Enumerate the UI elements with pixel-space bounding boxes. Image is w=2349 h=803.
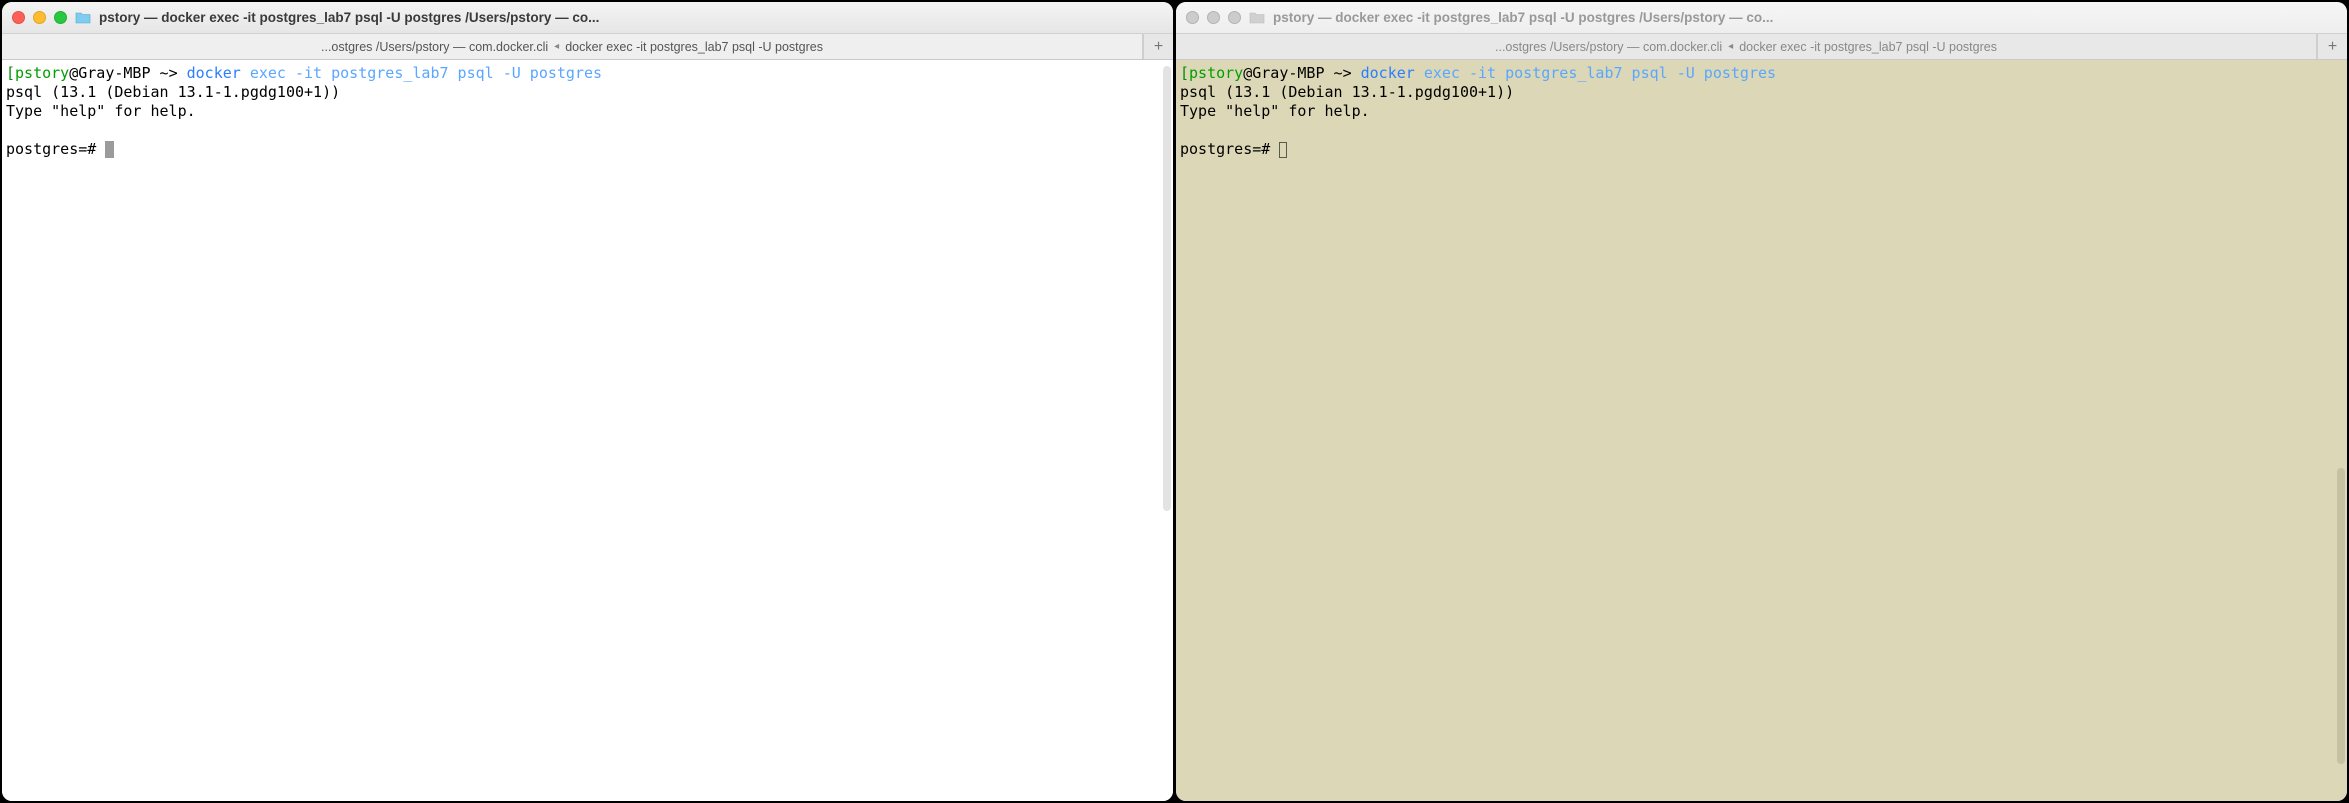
new-tab-button[interactable]: + <box>2317 34 2347 59</box>
prompt-at: @ <box>1243 64 1252 82</box>
command-docker: docker <box>1361 64 1415 82</box>
traffic-lights <box>1186 11 1241 24</box>
tab-bar: ...ostgres /Users/pstory — com.docker.cl… <box>1176 34 2347 60</box>
close-icon[interactable] <box>12 11 25 24</box>
output-line-1: psql (13.1 (Debian 13.1-1.pgdg100+1)) <box>1180 83 1514 101</box>
minimize-icon[interactable] <box>1207 11 1220 24</box>
close-icon[interactable] <box>1186 11 1199 24</box>
scrollbar-thumb[interactable] <box>2337 468 2345 764</box>
titlebar[interactable]: pstory — docker exec -it postgres_lab7 p… <box>2 2 1173 34</box>
cursor <box>105 141 114 158</box>
tab-active[interactable]: ...ostgres /Users/pstory — com.docker.cl… <box>2 34 1143 59</box>
terminal-content[interactable]: [pstory@Gray-MBP ~> docker exec -it post… <box>1176 60 2347 801</box>
tab-label-right: docker exec -it postgres_lab7 psql -U po… <box>1739 40 1997 54</box>
tab-separator-icon: ◂ <box>554 41 559 52</box>
folder-icon <box>1249 10 1265 26</box>
prompt-path: ~ <box>1325 64 1343 82</box>
prompt-user: pstory <box>1189 64 1243 82</box>
tab-label-left: ...ostgres /Users/pstory — com.docker.cl… <box>321 40 548 54</box>
prompt-at: @ <box>69 64 78 82</box>
new-tab-button[interactable]: + <box>1143 34 1173 59</box>
prompt-lbracket: [ <box>6 64 15 82</box>
titlebar[interactable]: pstory — docker exec -it postgres_lab7 p… <box>1176 2 2347 34</box>
terminal-window-active: pstory — docker exec -it postgres_lab7 p… <box>2 2 1173 801</box>
window-title: pstory — docker exec -it postgres_lab7 p… <box>1273 10 2337 25</box>
terminal-viewport: [pstory@Gray-MBP ~> docker exec -it post… <box>2 60 1173 801</box>
prompt-path: ~ <box>151 64 169 82</box>
psql-prompt: postgres=# <box>6 140 105 158</box>
output-line-1: psql (13.1 (Debian 13.1-1.pgdg100+1)) <box>6 83 340 101</box>
output-line-2: Type "help" for help. <box>6 102 196 120</box>
minimize-icon[interactable] <box>33 11 46 24</box>
command-args: exec -it postgres_lab7 psql -U postgres <box>1424 64 1776 82</box>
maximize-icon[interactable] <box>54 11 67 24</box>
prompt-gt: > <box>169 64 178 82</box>
tab-label-right: docker exec -it postgres_lab7 psql -U po… <box>565 40 823 54</box>
prompt-host: Gray-MBP <box>78 64 150 82</box>
psql-prompt: postgres=# <box>1180 140 1279 158</box>
command-args: exec -it postgres_lab7 psql -U postgres <box>250 64 602 82</box>
terminal-content[interactable]: [pstory@Gray-MBP ~> docker exec -it post… <box>2 60 1173 801</box>
prompt-gt: > <box>1343 64 1352 82</box>
traffic-lights <box>12 11 67 24</box>
tab-separator-icon: ◂ <box>1728 41 1733 52</box>
scrollbar-thumb[interactable] <box>1163 66 1171 511</box>
terminal-window-inactive: pstory — docker exec -it postgres_lab7 p… <box>1176 2 2347 801</box>
maximize-icon[interactable] <box>1228 11 1241 24</box>
window-title: pstory — docker exec -it postgres_lab7 p… <box>99 10 1163 25</box>
prompt-lbracket: [ <box>1180 64 1189 82</box>
tab-bar: ...ostgres /Users/pstory — com.docker.cl… <box>2 34 1173 60</box>
command-docker: docker <box>187 64 241 82</box>
output-line-2: Type "help" for help. <box>1180 102 1370 120</box>
tab-label-left: ...ostgres /Users/pstory — com.docker.cl… <box>1495 40 1722 54</box>
folder-icon <box>75 10 91 26</box>
cursor <box>1279 142 1287 158</box>
prompt-user: pstory <box>15 64 69 82</box>
prompt-host: Gray-MBP <box>1252 64 1324 82</box>
terminal-viewport: [pstory@Gray-MBP ~> docker exec -it post… <box>1176 60 2347 801</box>
tab-active[interactable]: ...ostgres /Users/pstory — com.docker.cl… <box>1176 34 2317 59</box>
